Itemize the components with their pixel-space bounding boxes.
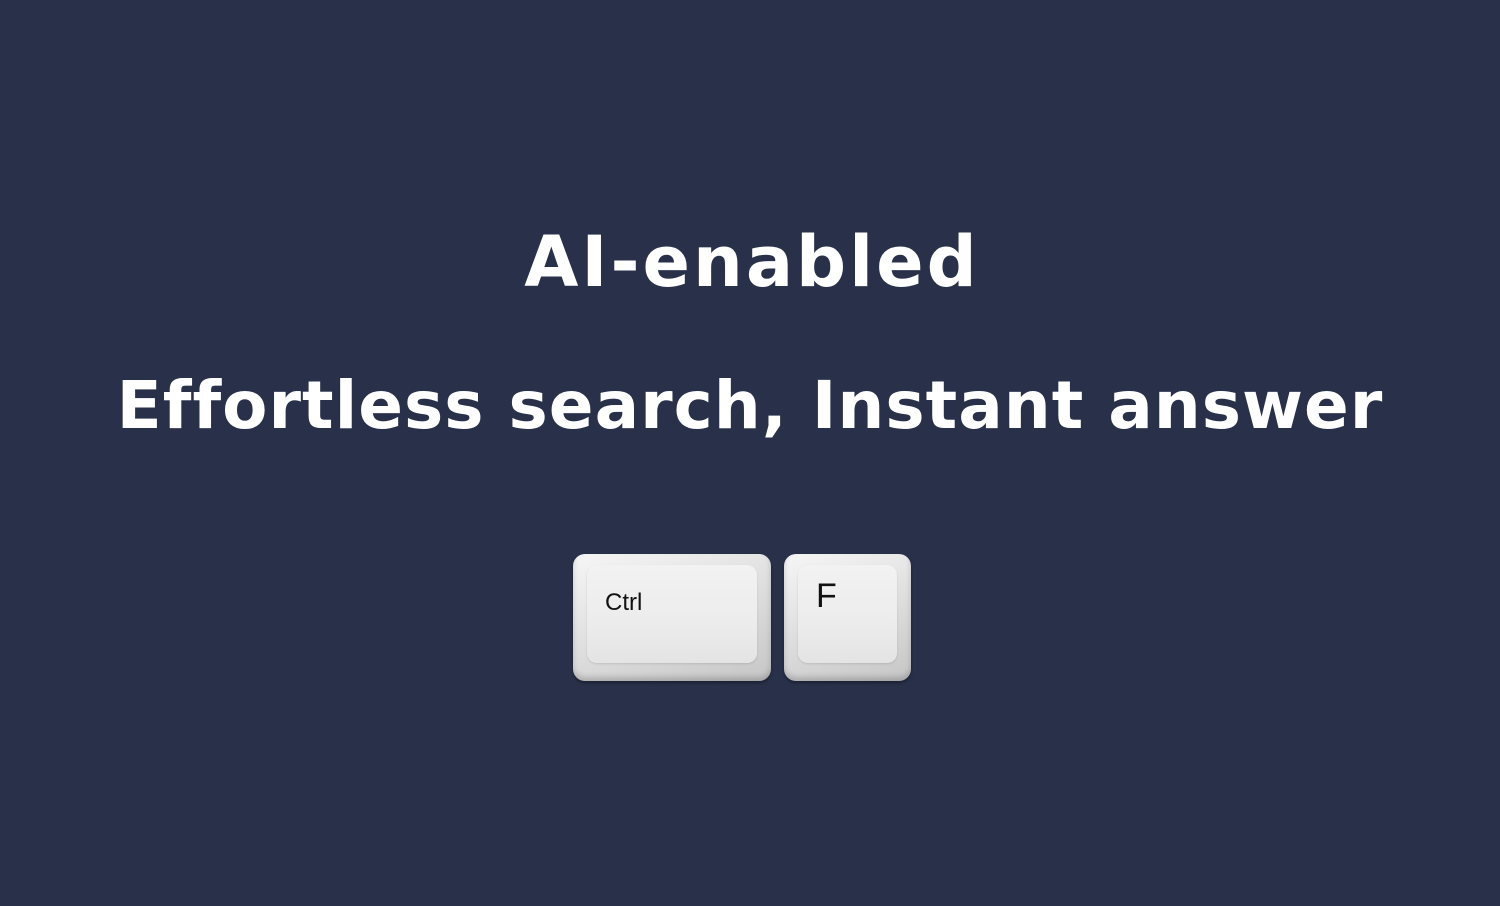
f-key: F bbox=[784, 554, 911, 681]
f-key-label: F bbox=[816, 577, 837, 615]
f-key-cap: F bbox=[798, 565, 897, 663]
ctrl-key: Ctrl bbox=[573, 554, 771, 681]
headline-title: AI-enabled bbox=[524, 221, 980, 303]
ctrl-key-cap: Ctrl bbox=[587, 565, 757, 663]
ctrl-key-label: Ctrl bbox=[605, 589, 643, 616]
headline-subtitle: Effortless search, Instant answer bbox=[116, 367, 1384, 444]
